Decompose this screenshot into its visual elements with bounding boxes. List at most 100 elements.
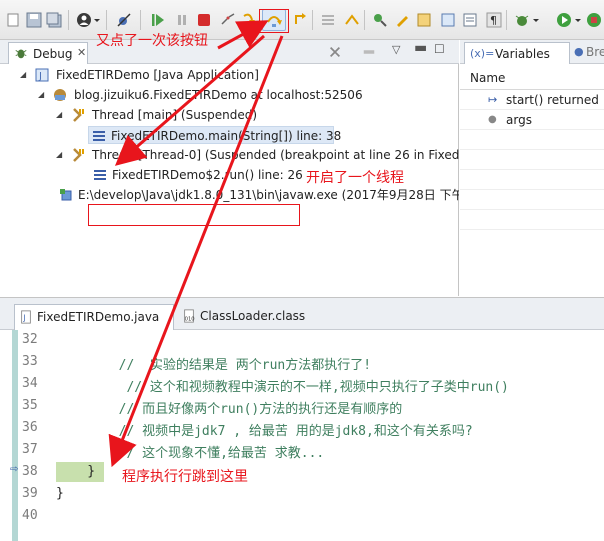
expand-triangle-icon[interactable]: ◢: [38, 86, 44, 104]
line-number: 36: [22, 420, 38, 435]
code-line[interactable]: // 而且好像两个run()方法的执行还是有顺序的: [56, 398, 403, 417]
class-file-icon: 010: [184, 309, 195, 323]
debug-config-icon[interactable]: [372, 12, 388, 28]
code-line[interactable]: // 这个和视频教程中演示的不一样,视频中只执行了子类中run(): [56, 376, 508, 395]
line-number: 39: [22, 486, 38, 501]
tab-fixedetirdemo[interactable]: J FixedETIRDemo.java: [14, 304, 174, 330]
annotation-jump: 程序执行行跳到这里: [122, 469, 248, 485]
profile-icon[interactable]: [76, 12, 92, 28]
open-type-icon[interactable]: [416, 12, 432, 28]
tab-variables[interactable]: (x)= Variables: [464, 42, 570, 64]
tree-label: FixedETIRDemo$2.run() line: 26: [112, 168, 303, 182]
stack-frame-icon: [93, 131, 105, 141]
line-number: 37: [22, 442, 38, 457]
terminate-icon[interactable]: [196, 12, 212, 28]
breakpoint-gutter[interactable]: [12, 330, 18, 541]
tree-item-process[interactable]: E:\develop\Java\jdk1.8.0_131\bin\javaw.e…: [56, 186, 459, 204]
tab-debug[interactable]: Debug ✕: [8, 42, 88, 64]
variable-name: args: [506, 113, 532, 127]
edit-icon[interactable]: [394, 12, 410, 28]
code-line[interactable]: }: [56, 464, 95, 479]
tree-label: Thread [Thread-0] (Suspended (breakpoint…: [92, 148, 459, 162]
instruction-pointer-icon: ⇨: [10, 464, 19, 475]
tree-item-frame-run[interactable]: FixedETIRDemo$2.run() line: 26: [90, 166, 303, 184]
annotation-box: [88, 204, 300, 226]
editor-tab-bar: J FixedETIRDemo.java 010 ClassLoader.cla…: [0, 298, 604, 330]
tab-breakpoints-label[interactable]: Bre: [586, 45, 604, 59]
editor-view: J FixedETIRDemo.java 010 ClassLoader.cla…: [0, 297, 604, 541]
tree-item-frame-main[interactable]: FixedETIRDemo.main(String[]) line: 38: [88, 126, 341, 144]
save-icon[interactable]: [26, 12, 42, 28]
annotation-new-thread: 开启了一个线程: [306, 170, 404, 186]
code-line[interactable]: }: [56, 486, 64, 501]
line-number: 32: [22, 332, 38, 347]
collapse-icon[interactable]: [362, 45, 376, 59]
tree-label: FixedETIRDemo.main(String[]) line: 38: [111, 129, 342, 143]
bug-icon: [15, 49, 27, 59]
expand-triangle-icon[interactable]: ◢: [56, 146, 62, 164]
line-number: 35: [22, 398, 38, 413]
annotation-box: [259, 9, 289, 33]
variable-name: start() returned: [506, 93, 599, 107]
thread-suspended-icon: [73, 148, 84, 162]
tree-label: Thread [main] (Suspended): [92, 108, 257, 122]
close-icon[interactable]: ✕: [77, 46, 86, 59]
tree-item-thread-0[interactable]: ◢ Thread [Thread-0] (Suspended (breakpoi…: [56, 146, 459, 164]
save-all-icon[interactable]: [46, 12, 62, 28]
variable-row[interactable]: ↦ start() returned: [460, 90, 604, 110]
coverage-icon[interactable]: [586, 12, 602, 28]
variable-row[interactable]: ● args: [460, 110, 604, 130]
drop-to-frame-icon[interactable]: [320, 12, 336, 28]
run-dropdown-icon[interactable]: [574, 12, 582, 28]
tab-classloader[interactable]: 010 ClassLoader.class: [178, 304, 318, 330]
maximize-icon[interactable]: ☐: [434, 42, 445, 56]
variables-column-header[interactable]: Name: [460, 68, 604, 90]
skip-breakpoints-icon[interactable]: [116, 12, 132, 28]
run-icon[interactable]: [556, 12, 572, 28]
line-number: 34: [22, 376, 38, 391]
breakpoints-icon[interactable]: ●: [574, 45, 584, 58]
tab-debug-label: Debug: [33, 47, 73, 61]
annotation-step-over: 又点了一次该按钮: [96, 33, 208, 49]
method-result-icon: ↦: [488, 93, 498, 106]
column-name-label: Name: [470, 71, 506, 85]
new-icon[interactable]: [6, 12, 22, 28]
tree-label: E:\develop\Java\jdk1.8.0_131\bin\javaw.e…: [78, 188, 459, 202]
tab-variables-label: Variables: [495, 47, 550, 61]
code-line[interactable]: // 这个现象不懂,给最苦 求教...: [56, 442, 325, 461]
variables-tab-bar: (x)= Variables ● Bre: [460, 40, 604, 64]
open-resource-icon[interactable]: [440, 12, 456, 28]
view-menu-icon[interactable]: ▽: [392, 43, 400, 56]
expand-triangle-icon[interactable]: ◢: [20, 66, 26, 84]
java-app-icon: J: [35, 68, 49, 82]
main-toolbar: ¶: [0, 0, 604, 40]
expand-triangle-icon[interactable]: ◢: [56, 106, 62, 124]
variables-icon: (x)=: [470, 47, 495, 60]
debug-dropdown-icon[interactable]: [532, 12, 540, 28]
show-whitespace-icon[interactable]: ¶: [486, 12, 502, 28]
java-file-icon: J: [21, 310, 31, 324]
step-into-icon[interactable]: [242, 12, 258, 28]
dropdown-icon[interactable]: [93, 12, 101, 28]
minimize-icon[interactable]: ▬: [414, 40, 427, 56]
variable-row-empty: [460, 150, 604, 170]
use-step-filters-icon[interactable]: [344, 12, 360, 28]
variable-row-empty: [460, 210, 604, 230]
remove-terminated-icon[interactable]: [328, 45, 342, 59]
task-icon[interactable]: [462, 12, 478, 28]
svg-text:J: J: [22, 314, 25, 323]
variable-row-empty: [460, 170, 604, 190]
disconnect-icon[interactable]: [220, 12, 236, 28]
svg-text:010: 010: [185, 316, 195, 322]
svg-text:¶: ¶: [490, 14, 497, 27]
suspend-icon[interactable]: [174, 12, 190, 28]
debug-icon[interactable]: [514, 12, 530, 28]
code-line[interactable]: // 视频中是jdk7 , 给最苦 用的是jdk8,和这个有关系吗?: [56, 420, 473, 439]
resume-icon[interactable]: [150, 12, 166, 28]
code-line[interactable]: // 实验的结果是 两个run方法都执行了!: [56, 354, 371, 373]
step-return-icon[interactable]: [292, 12, 308, 28]
variable-row-empty: [460, 190, 604, 210]
local-variable-icon: ●: [488, 114, 497, 125]
debug-tab-bar: Debug ✕ ▽ ▬ ☐: [0, 40, 459, 64]
process-icon: [60, 189, 72, 201]
